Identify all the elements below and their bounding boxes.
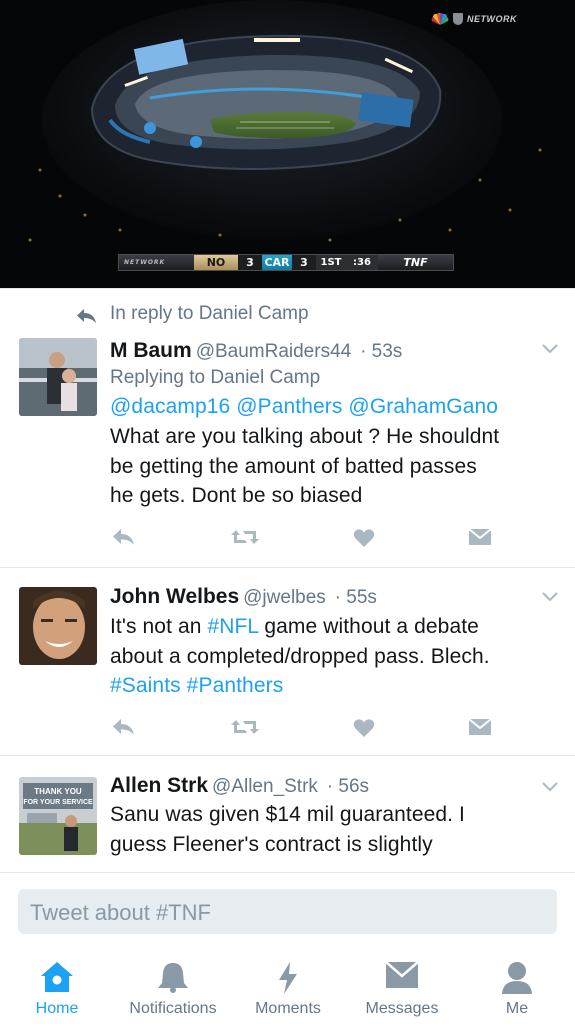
tweet-time: · 53s <box>360 341 403 362</box>
in-reply-label[interactable]: In reply to Daniel Camp <box>110 303 309 325</box>
tab-moments[interactable]: Moments <box>243 945 333 1024</box>
avatar[interactable] <box>19 587 97 665</box>
tweet-text-line: be getting the amount of batted passes <box>110 455 477 478</box>
nfl-shield-icon <box>453 13 463 25</box>
tweet-text-line: What are you talking about ? He shouldnt <box>110 425 500 448</box>
hashtag-link[interactable]: #NFL <box>207 615 258 638</box>
tweet-text-line: about a completed/dropped pass. Blech. <box>110 645 490 668</box>
tab-notifications[interactable]: Notifications <box>115 945 231 1024</box>
tab-label: Notifications <box>129 1000 217 1017</box>
envelope-icon <box>385 961 419 988</box>
retweet-icon[interactable] <box>230 718 260 736</box>
tweet-item[interactable]: THANK YOU FOR YOUR SERVICE Allen Strk @Al… <box>0 756 575 873</box>
tweet-item[interactable]: John Welbes @jwelbes · 55s It's not an #N… <box>0 568 575 756</box>
tweet-author[interactable]: Allen Strk @Allen_Strk · 56s <box>110 774 369 798</box>
avatar[interactable] <box>19 338 97 416</box>
tweet-composer[interactable]: Tweet about #TNF <box>18 889 557 934</box>
tweet-text-segment: It's not an <box>110 615 208 638</box>
author-name[interactable]: Allen Strk <box>110 774 208 797</box>
tweet-author[interactable]: M Baum @BaumRaiders44 · 53s <box>110 339 402 363</box>
peacock-icon <box>431 13 449 25</box>
tab-label: Home <box>35 1000 79 1017</box>
tweet-text-line: Sanu was given $14 mil guaranteed. I <box>110 803 465 826</box>
tab-label: Me <box>505 1000 529 1017</box>
tweet-mentions[interactable]: @dacamp16 @Panthers @GrahamGano <box>110 395 498 419</box>
composer-placeholder[interactable]: Tweet about #TNF <box>30 900 211 926</box>
heart-icon[interactable] <box>353 718 375 738</box>
direct-message-icon[interactable] <box>468 528 492 546</box>
avatar[interactable]: THANK YOU FOR YOUR SERVICE <box>19 777 97 855</box>
reply-icon[interactable] <box>112 718 136 736</box>
tab-bar: Home Notifications Moments Messages Me <box>0 945 575 1024</box>
tweet-actions <box>0 528 575 558</box>
svg-text:THANK YOU: THANK YOU <box>34 787 82 796</box>
scorebug-clock: :36 <box>346 255 378 270</box>
author-handle[interactable]: @Allen_Strk <box>212 776 318 797</box>
tweet-text-line: guess Fleener's contract is slightly <box>110 833 433 856</box>
heart-icon[interactable] <box>353 528 375 548</box>
lightning-icon <box>279 962 297 994</box>
tweet-actions <box>0 718 575 748</box>
network-logo: NETWORK <box>431 13 517 25</box>
bell-icon <box>158 963 188 993</box>
reply-arrow-icon <box>77 309 96 323</box>
scorebug-team1: NO <box>194 255 238 270</box>
author-handle[interactable]: @jwelbes <box>243 587 326 608</box>
tab-label: Messages <box>365 1000 439 1017</box>
reply-icon[interactable] <box>112 528 136 546</box>
stadium-image <box>0 0 575 288</box>
person-icon <box>502 962 532 994</box>
retweet-icon[interactable] <box>230 528 260 546</box>
chevron-down-icon[interactable] <box>542 344 558 354</box>
chevron-down-icon[interactable] <box>542 782 558 792</box>
scorebug-team1-score: 3 <box>238 255 262 270</box>
hashtag-link[interactable]: #Saints #Panthers <box>110 674 283 698</box>
svg-text:FOR YOUR SERVICE: FOR YOUR SERVICE <box>23 799 93 806</box>
scorebug-team2-score: 3 <box>292 255 316 270</box>
tweet-time: · 55s <box>334 587 377 608</box>
home-icon <box>41 962 73 992</box>
direct-message-icon[interactable] <box>468 718 492 736</box>
chevron-down-icon[interactable] <box>542 592 558 602</box>
scorebug-network: NETWORK <box>119 255 194 270</box>
tweet-author[interactable]: John Welbes @jwelbes · 55s <box>110 585 377 609</box>
tab-label: Moments <box>255 1000 321 1017</box>
scorebug-show: TNF <box>378 255 453 270</box>
tweet-time: · 56s <box>326 776 370 797</box>
tab-home[interactable]: Home <box>17 945 97 1024</box>
tweet-item[interactable]: M Baum @BaumRaiders44 · 53s Replying to D… <box>0 334 575 568</box>
author-name[interactable]: M Baum <box>110 339 192 362</box>
scorebug-team2: CAR <box>262 255 292 270</box>
tweet-text-segment: game without a debate <box>258 615 479 638</box>
tab-messages[interactable]: Messages <box>356 945 448 1024</box>
tweet-text-line: It's not an #NFL game without a debate <box>110 615 479 639</box>
scorebug: NETWORK NO 3 CAR 3 1ST :36 TNF <box>118 254 454 271</box>
replying-to[interactable]: Replying to Daniel Camp <box>110 367 320 389</box>
author-name[interactable]: John Welbes <box>110 585 239 608</box>
tab-me[interactable]: Me <box>487 945 547 1024</box>
network-label: NETWORK <box>467 14 517 24</box>
scorebug-quarter: 1ST <box>316 255 346 270</box>
tweet-text-line: he gets. Dont be so biased <box>110 484 363 507</box>
video-player[interactable]: NETWORK NETWORK NO 3 CAR 3 1ST :36 TNF <box>0 0 575 288</box>
author-handle[interactable]: @BaumRaiders44 <box>196 341 352 362</box>
